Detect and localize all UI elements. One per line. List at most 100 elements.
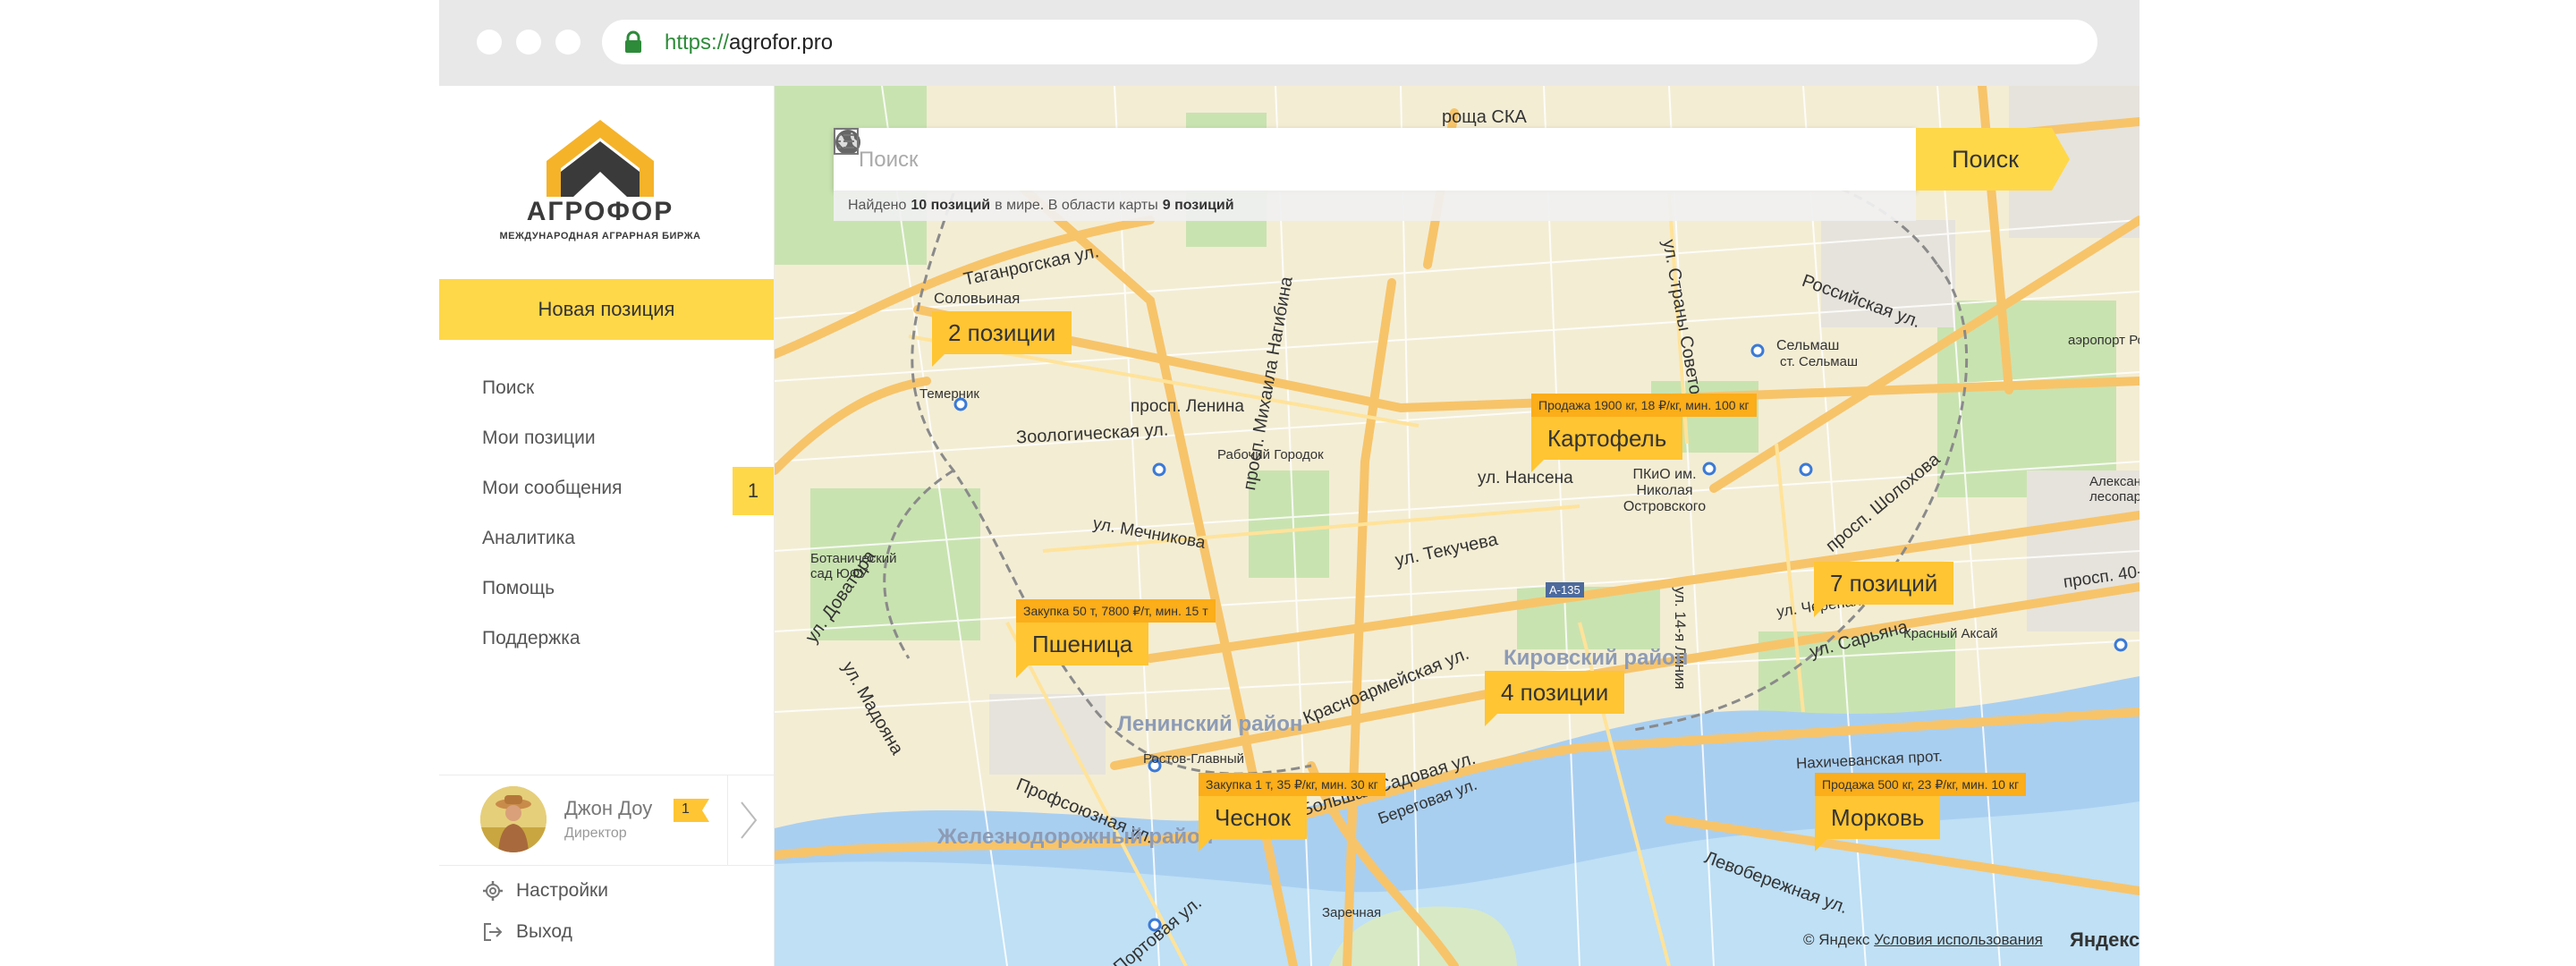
- window-close-button[interactable]: [477, 30, 502, 55]
- user-role: Директор: [564, 826, 627, 841]
- road-number-badge: А-135: [1546, 582, 1584, 597]
- marker-label: 2 позиции: [932, 311, 1072, 354]
- settings-link[interactable]: Настройки: [482, 880, 608, 902]
- map-label: ПКиО им. Николая Островского: [1623, 467, 1707, 514]
- sidebar-item-label: Поиск: [482, 377, 535, 398]
- marker-info: Продажа 500 кг, 23 ₽/кг, мин. 10 кг: [1815, 773, 2027, 796]
- sidebar-item-support[interactable]: Поддержка: [439, 614, 774, 664]
- sidebar-item-analytics[interactable]: Аналитика: [439, 513, 774, 564]
- map-label: ст. Сельмаш: [1780, 354, 1858, 369]
- user-name: Джон Доу: [564, 797, 653, 819]
- new-position-button[interactable]: Новая позиция: [439, 279, 774, 340]
- map-copyright: © Яндекс Условия использования: [1803, 931, 2043, 949]
- sidebar-item-my-messages[interactable]: Мои сообщения 1: [439, 463, 774, 515]
- list-view-icon[interactable]: [834, 128, 859, 155]
- sidebar-item-label: Мои позиции: [482, 428, 596, 448]
- gear-icon: [483, 881, 503, 901]
- settings-label: Настройки: [516, 880, 608, 901]
- lock-icon: [625, 30, 641, 53]
- map-marker-cluster[interactable]: 7 позиций: [1814, 562, 1954, 617]
- sidebar: АГРОФОР МЕЖДУНАРОДНАЯ АГРАРНАЯ БИРЖА Нов…: [439, 86, 775, 966]
- marker-pointer: [1485, 714, 1497, 726]
- map-label: ул. 14-я Линия: [1672, 587, 1689, 690]
- marker-label: Пшеница: [1016, 623, 1149, 665]
- window-minimize-button[interactable]: [516, 30, 541, 55]
- brand-logo[interactable]: АГРОФОР МЕЖДУНАРОДНАЯ АГРАРНАЯ БИРЖА: [493, 114, 708, 249]
- brand-tagline: МЕЖДУНАРОДНАЯ АГРАРНАЯ БИРЖА: [499, 231, 701, 242]
- results-middle: в мире. В области карты: [995, 198, 1158, 213]
- map-label: Ростов-Главный: [1143, 751, 1244, 767]
- url-host: agrofor.pro: [729, 30, 834, 55]
- sidebar-item-label: Поддержка: [482, 628, 580, 648]
- logout-link[interactable]: Выход: [482, 921, 572, 943]
- map-marker-cluster[interactable]: 2 позиции: [932, 311, 1072, 367]
- brand-name: АГРОФОР: [526, 197, 674, 226]
- marker-pointer: [932, 354, 945, 367]
- map-label: Заречная: [1322, 905, 1382, 920]
- marker-pointer: [1016, 665, 1029, 678]
- marker-label: 7 позиций: [1814, 562, 1954, 605]
- map-marker-cluster[interactable]: 4 позиции: [1485, 671, 1625, 726]
- sidebar-item-help[interactable]: Помощь: [439, 564, 774, 614]
- sidebar-item-search[interactable]: Поиск: [439, 363, 774, 413]
- map-label: Соловьиная: [934, 290, 1021, 307]
- marker-info: Закупка 1 т, 35 ₽/кг, мин. 30 кг: [1199, 773, 1385, 796]
- results-prefix: Найдено: [848, 198, 907, 213]
- results-area-count: 9 позиций: [1162, 198, 1234, 213]
- url-text: https://agrofor.pro: [665, 30, 833, 55]
- map-label: Темерник: [919, 386, 979, 402]
- marker-label: 4 позиции: [1485, 671, 1625, 714]
- user-card-divider: [727, 775, 728, 865]
- sidebar-item-label: Аналитика: [482, 528, 575, 548]
- map-marker-potato[interactable]: Продажа 1900 кг, 18 ₽/кг, мин. 100 кг Ка…: [1531, 394, 1757, 472]
- map-marker-garlic[interactable]: Закупка 1 т, 35 ₽/кг, мин. 30 кг Чеснок: [1199, 773, 1385, 852]
- marker-pointer: [1531, 460, 1544, 472]
- map-marker-carrot[interactable]: Продажа 500 кг, 23 ₽/кг, мин. 10 кг Морк…: [1815, 773, 2027, 852]
- window-maximize-button[interactable]: [555, 30, 580, 55]
- search-results-summary: Найдено 10 позиций в мире. В области кар…: [834, 191, 1916, 221]
- search-button[interactable]: Поиск: [1916, 128, 2070, 191]
- search-input[interactable]: [834, 128, 1826, 192]
- terms-link[interactable]: Условия использования: [1874, 931, 2043, 948]
- yandex-logo[interactable]: Яндекс: [2070, 928, 2140, 952]
- map-label: аэропорт Ростов: [2068, 333, 2140, 348]
- address-bar[interactable]: https://agrofor.pro: [602, 20, 2097, 64]
- copyright-text: © Яндекс: [1803, 931, 1870, 948]
- user-card[interactable]: Джон Доу Директор 1: [439, 775, 774, 866]
- marker-label: Чеснок: [1199, 796, 1307, 839]
- sidebar-item-my-positions[interactable]: Мои позиции: [439, 413, 774, 463]
- user-notification-count: 1: [682, 801, 690, 817]
- browser-window: https://agrofor.pro АГРОФОР МЕЖДУНАРОДНА…: [439, 0, 2140, 966]
- messages-count-badge: 1: [733, 467, 774, 515]
- url-protocol: https://: [665, 30, 730, 55]
- search-button-label: Поиск: [1952, 145, 2019, 173]
- map-label: Рабочий Городок: [1217, 447, 1324, 462]
- sidebar-item-label: Помощь: [482, 578, 555, 598]
- map-label: Алексан лесопарк: [2089, 474, 2140, 504]
- logout-icon: [484, 923, 503, 941]
- map-label: Сельмаш: [1776, 338, 1840, 353]
- marker-pointer: [1814, 605, 1826, 617]
- sidebar-nav: Поиск Мои позиции Мои сообщения 1 Аналити…: [439, 363, 774, 664]
- map-label: роща СКА: [1442, 107, 1527, 127]
- marker-info: Закупка 50 т, 7800 ₽/т, мин. 15 т: [1016, 599, 1216, 623]
- logo-house-icon: [547, 120, 654, 197]
- sidebar-item-label: Мои сообщения: [482, 478, 623, 498]
- map-search-bar: [834, 128, 1916, 192]
- results-world-count: 10 позиций: [911, 198, 991, 213]
- avatar: [480, 786, 547, 852]
- marker-label: Картофель: [1531, 417, 1683, 460]
- browser-toolbar: https://agrofor.pro: [439, 0, 2140, 86]
- map-view[interactable]: роща СКА Таганрогская ул. Соловьиная Тем…: [775, 86, 2140, 966]
- marker-pointer: [1815, 839, 1827, 852]
- map-marker-wheat[interactable]: Закупка 50 т, 7800 ₽/т, мин. 15 т Пшениц…: [1016, 599, 1216, 678]
- notification-flag-icon: 1: [674, 799, 709, 822]
- map-label: Красный Аксай: [1903, 626, 1998, 641]
- district-label: Кировский район: [1504, 646, 1689, 670]
- marker-pointer: [1199, 839, 1211, 852]
- map-label: просп. Ленина: [1131, 397, 1244, 416]
- district-label: Железнодорожный район: [937, 825, 1214, 849]
- logout-label: Выход: [516, 921, 572, 942]
- chevron-right-icon[interactable]: [738, 799, 759, 842]
- district-label: Ленинский район: [1117, 712, 1303, 736]
